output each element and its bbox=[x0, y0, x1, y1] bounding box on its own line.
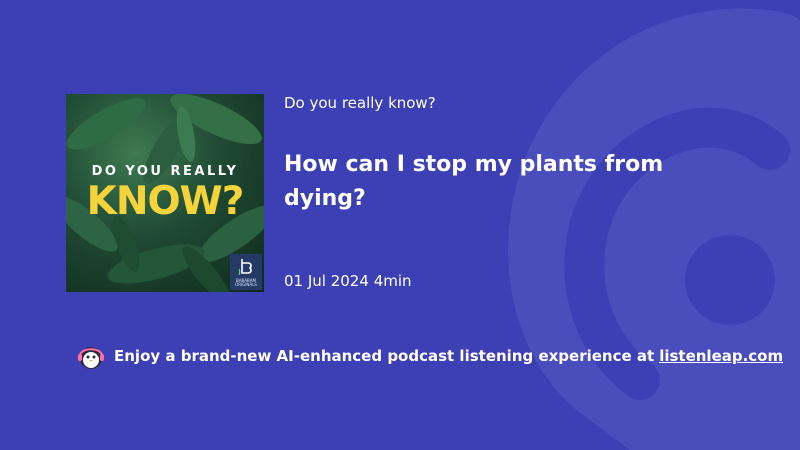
promo-text: Enjoy a brand-new AI-enhanced podcast li… bbox=[114, 347, 655, 365]
listenleap-watermark-icon bbox=[508, 8, 800, 450]
promo-banner: Enjoy a brand-new AI-enhanced podcast li… bbox=[76, 341, 783, 371]
show-name[interactable]: Do you really know? bbox=[284, 94, 436, 112]
podcast-cover-art[interactable]: DO YOU REALLY KNOW? BABABAM ORIGINALS bbox=[66, 94, 264, 292]
penguin-headphones-icon bbox=[78, 347, 104, 369]
listenleap-link[interactable]: listenleap.com bbox=[659, 347, 783, 365]
cover-title-line2: KNOW? bbox=[86, 179, 245, 224]
cover-title-line1: DO YOU REALLY bbox=[91, 164, 239, 179]
bababam-logo-icon bbox=[238, 259, 252, 276]
episode-date: 01 Jul 2024 bbox=[284, 272, 369, 290]
episode-meta: 01 Jul 2024 4min bbox=[284, 272, 412, 290]
episode-title: How can I stop my plants from dying? bbox=[284, 152, 664, 211]
episode-duration: 4min bbox=[373, 272, 412, 290]
publisher-badge-label: BABABAM ORIGINALS bbox=[235, 278, 257, 287]
publisher-badge: BABABAM ORIGINALS bbox=[230, 254, 262, 290]
